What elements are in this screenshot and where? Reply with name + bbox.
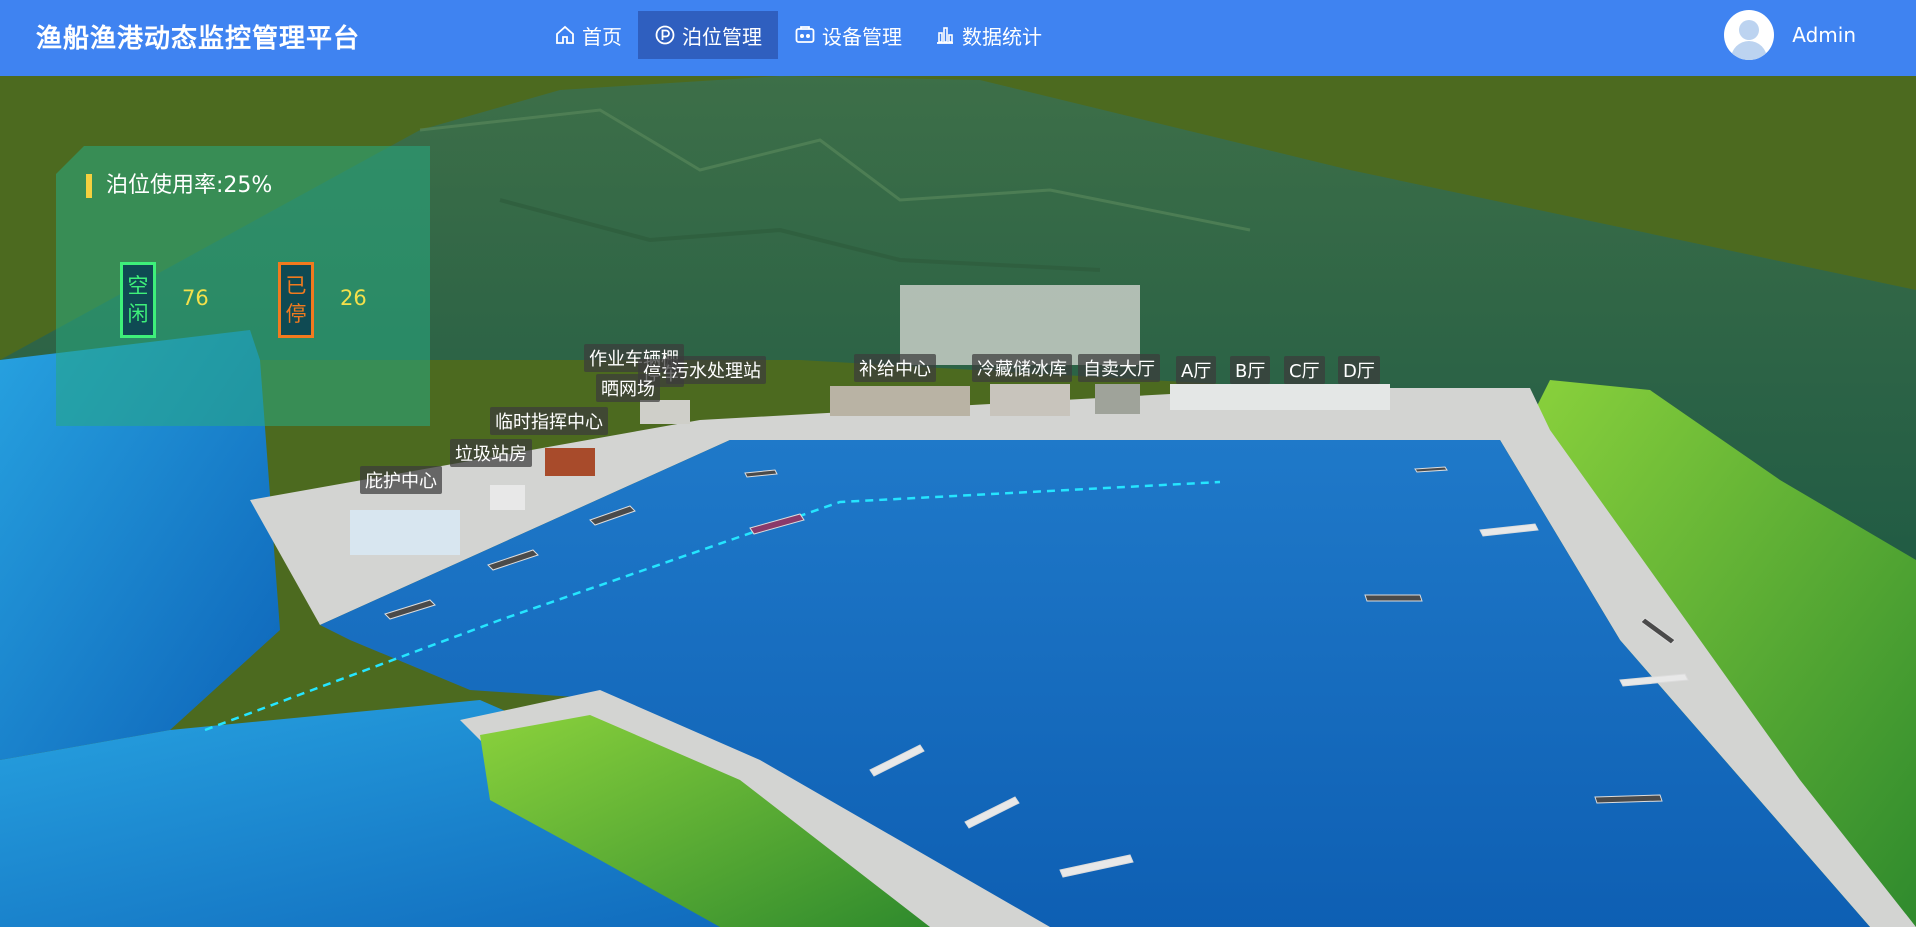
map-label-hall-c[interactable]: C厅 xyxy=(1284,356,1325,384)
map-label-net-drying[interactable]: 晒网场 xyxy=(596,374,660,402)
nav-device-management[interactable]: 设备管理 xyxy=(778,11,918,59)
berth-usage-panel: 泊位使用率:25% 空 闲 76 已 停 26 xyxy=(56,146,430,426)
nav-home[interactable]: 首页 xyxy=(538,11,638,59)
map-label-hall-d[interactable]: D厅 xyxy=(1338,356,1380,384)
username: Admin xyxy=(1792,23,1856,47)
free-label-char-1: 空 xyxy=(127,274,149,298)
device-icon xyxy=(795,26,815,43)
map-label-supply[interactable]: 补给中心 xyxy=(854,354,936,382)
nav-home-label: 首页 xyxy=(582,24,622,49)
occupied-berth-count: 26 xyxy=(340,286,367,310)
user-menu[interactable]: Admin xyxy=(1724,10,1856,60)
bar-chart-icon xyxy=(937,27,953,44)
top-navigation-bar: 渔船渔港动态监控管理平台 首页 泊位管理 设备管理 数据统计 Admin xyxy=(0,0,1916,76)
used-label-char-1: 已 xyxy=(285,274,307,298)
parking-icon xyxy=(655,25,675,45)
map-label-hall-a[interactable]: A厅 xyxy=(1176,356,1217,384)
free-berth-count: 76 xyxy=(182,286,209,310)
map-label-cold-storage[interactable]: 冷藏储冰库 xyxy=(972,354,1072,382)
free-label-char-2: 闲 xyxy=(127,302,149,326)
nav-berth-label: 泊位管理 xyxy=(682,24,762,49)
map-label-temp-command[interactable]: 临时指挥中心 xyxy=(490,407,608,435)
map-label-hall-b[interactable]: B厅 xyxy=(1230,356,1271,384)
used-label-char-2: 停 xyxy=(285,302,307,326)
berth-usage-title: 泊位使用率:25% xyxy=(86,174,272,198)
nav-stats-label: 数据统计 xyxy=(962,24,1042,49)
main-nav: 首页 泊位管理 设备管理 数据统计 xyxy=(538,11,1058,59)
free-berth-badge: 空 闲 xyxy=(120,262,156,338)
avatar[interactable] xyxy=(1724,10,1775,60)
occupied-berth-badge: 已 停 xyxy=(278,262,314,338)
map-label-garbage[interactable]: 垃圾站房 xyxy=(450,439,532,467)
map-label-sewage[interactable]: 污水处理站 xyxy=(666,356,766,384)
map-label-self-sale[interactable]: 自卖大厅 xyxy=(1078,354,1160,382)
nav-device-label: 设备管理 xyxy=(822,24,902,49)
platform-title: 渔船渔港动态监控管理平台 xyxy=(36,24,361,54)
map-label-shelter[interactable]: 庇护中心 xyxy=(360,466,442,494)
nav-berth-management[interactable]: 泊位管理 xyxy=(638,11,778,59)
home-icon xyxy=(556,25,574,44)
nav-data-statistics[interactable]: 数据统计 xyxy=(918,11,1058,59)
